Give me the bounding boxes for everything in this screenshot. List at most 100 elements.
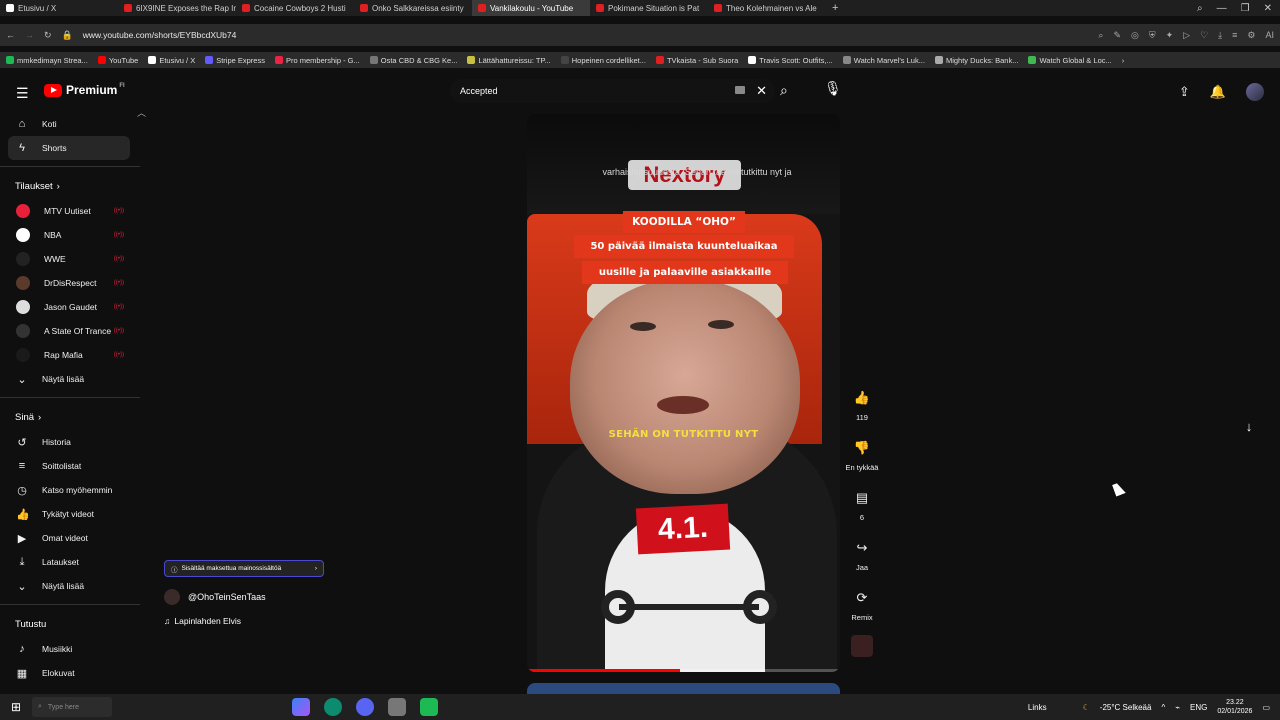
sidebar-subscription[interactable]: Rap Mafia ((•)) — [0, 343, 140, 367]
close-window-icon[interactable]: ✕ — [1264, 3, 1272, 14]
sidebar-item-you[interactable]: ⌄ Näytä lisää — [0, 574, 140, 598]
bookmark[interactable]: mmkedimayn Strea... — [6, 56, 88, 65]
next-video-arrow-icon[interactable]: ↓ — [1236, 414, 1262, 440]
browser-tab[interactable]: Etusivu / X — [0, 0, 118, 16]
paid-promotion-badge[interactable]: ⓘ Sisältää maksettua mainossisältöä › — [164, 560, 324, 577]
browser-tab[interactable]: 6IX9INE Exposes the Rap In — [118, 0, 236, 16]
downloads-icon[interactable]: ⤓ — [1218, 30, 1222, 41]
forward-icon[interactable]: → — [25, 30, 34, 40]
music-row[interactable]: ♫ Lapinlahden Elvis — [164, 616, 324, 626]
microphone-icon[interactable]: 🎙 — [824, 80, 842, 100]
language-indicator[interactable]: ENG — [1190, 703, 1207, 712]
music-title[interactable]: Lapinlahden Elvis — [174, 616, 241, 626]
share-button[interactable]: ↪ Jaa — [843, 535, 881, 572]
extension-icon[interactable]: ✎ — [1113, 30, 1121, 41]
video-progress-bar[interactable] — [527, 669, 840, 672]
menu-icon[interactable]: ☰ — [16, 85, 29, 102]
sidebar-subscription[interactable]: MTV Uutiset ((•)) — [0, 199, 140, 223]
bookmark[interactable]: Lättähattureissu: TP... — [467, 56, 551, 65]
upload-icon[interactable]: ⇪ — [1179, 84, 1190, 100]
avatar[interactable] — [1246, 83, 1264, 101]
extension-icon[interactable]: ⚙ — [1247, 30, 1255, 41]
dislike-button[interactable]: 👎 En tykkää — [843, 435, 881, 472]
channel-handle[interactable]: @OhoTeinSenTaas — [188, 592, 266, 602]
search-icon[interactable]: ⌕ — [780, 82, 788, 99]
bookmark[interactable]: YouTube — [97, 56, 138, 65]
show-more-subscriptions[interactable]: ⌄ Näytä lisää — [0, 367, 140, 391]
bookmark[interactable]: Osta CBD & CBG Ke... — [369, 56, 457, 65]
extension-icon[interactable]: ◎ — [1131, 30, 1139, 41]
sidebar-item-explore[interactable]: ▦ Elokuvat — [0, 661, 140, 685]
search-tabs-icon[interactable]: ⌕ — [1197, 3, 1203, 14]
sidebar-subscription[interactable]: NBA ((•)) — [0, 223, 140, 247]
links-toolbar[interactable]: Links — [1028, 703, 1047, 712]
browser-tab[interactable]: Vankilakoulu - YouTube — [472, 0, 590, 16]
menu-icon[interactable]: ≡ — [1232, 30, 1237, 40]
taskbar-search[interactable]: ⌕ Type here — [32, 697, 112, 717]
channel-avatar[interactable] — [164, 589, 180, 605]
favorite-icon[interactable]: ♡ — [1200, 30, 1208, 41]
bookmark[interactable]: Pro membership - G... — [274, 56, 360, 65]
youtube-logo[interactable]: Premium FI — [44, 83, 125, 97]
windows-start-icon[interactable]: ⊞ — [0, 700, 32, 714]
sidebar-item-you[interactable]: ▶ Omat videot — [0, 526, 140, 550]
new-tab-icon[interactable]: + — [832, 2, 838, 14]
sidebar-item-you[interactable]: ↺ Historia — [0, 430, 140, 454]
sidebar-item-you[interactable]: ◷ Katso myöhemmin — [0, 478, 140, 502]
bookmark[interactable]: TVkaista - Sub Suora — [655, 56, 738, 65]
extension-icon[interactable]: ✦ — [1166, 30, 1174, 41]
search-input[interactable]: Accepted ✕ — [450, 79, 775, 103]
channel-row[interactable]: @OhoTeinSenTaas — [164, 589, 324, 605]
sound-avatar[interactable] — [851, 635, 873, 657]
bookmark[interactable]: Mighty Ducks: Bank... — [934, 56, 1018, 65]
clear-search-icon[interactable]: ✕ — [756, 83, 767, 99]
app-icon[interactable] — [388, 698, 406, 716]
sidebar-item-you[interactable]: 👍 Tykätyt videot — [0, 502, 140, 526]
ai-icon[interactable]: AI — [1265, 30, 1274, 40]
network-icon[interactable]: ⌁ — [1175, 703, 1180, 712]
bookmark[interactable]: Hopeinen cordelliket... — [560, 56, 646, 65]
more-bookmarks-icon[interactable]: › — [1122, 56, 1125, 65]
comments-button[interactable]: ▤ 6 — [843, 485, 881, 522]
extension-icon[interactable]: ▷ — [1183, 30, 1190, 41]
reload-icon[interactable]: ↻ — [44, 30, 52, 41]
sidebar-subscription[interactable]: Jason Gaudet ((•)) — [0, 295, 140, 319]
sidebar-subscription[interactable]: WWE ((•)) — [0, 247, 140, 271]
chevron-up-icon[interactable]: ^ — [1161, 703, 1165, 712]
subscriptions-heading[interactable]: Tilaukset › — [0, 173, 140, 199]
url-field[interactable]: www.youtube.com/shorts/EYBbcdXUb74 — [83, 30, 237, 40]
sidebar-subscription[interactable]: DrDisRespect ((•)) — [0, 271, 140, 295]
sidebar-item-koti[interactable]: ⌂ Koti — [0, 112, 140, 136]
sidebar-item-explore[interactable]: ♪ Musiikki — [0, 637, 140, 661]
bookmark[interactable]: Travis Scott: Outfits,... — [748, 56, 833, 65]
browser-tab[interactable]: Pokimane Situation is Pat — [590, 0, 708, 16]
bookmark[interactable]: Stripe Express — [205, 56, 265, 65]
browser-tab[interactable]: Theo Kolehmainen vs Ale — [708, 0, 826, 16]
bookmark[interactable]: Watch Marvel's Luk... — [842, 56, 925, 65]
remix-button[interactable]: ⟳ Remix — [843, 585, 881, 622]
notifications-icon[interactable]: 🔔 — [1210, 84, 1226, 100]
back-icon[interactable]: ← — [6, 30, 15, 40]
like-button[interactable]: 👍 119 — [843, 385, 881, 422]
weather-text[interactable]: -25°C Selkeää — [1100, 703, 1152, 712]
browser-tab[interactable]: Cocaine Cowboys 2 Husti — [236, 0, 354, 16]
you-heading[interactable]: Sinä › — [0, 404, 140, 430]
notification-center-icon[interactable]: ▭ — [1262, 703, 1270, 712]
bookmark[interactable]: Watch Global & Loc... — [1028, 56, 1112, 65]
edge-icon[interactable] — [324, 698, 342, 716]
short-video-player[interactable]: 4.1. Nextory varhaislapsuudesta. Sehän t… — [527, 114, 840, 672]
sidebar-subscription[interactable]: A State Of Trance ((•)) — [0, 319, 140, 343]
extension-icon[interactable]: ⌕ — [1098, 30, 1103, 41]
app-icon[interactable] — [292, 698, 310, 716]
sidebar-item-you[interactable]: ≡ Soittolistat — [0, 454, 140, 478]
sidebar-item-shorts[interactable]: ϟ Shorts — [8, 136, 130, 160]
keyboard-icon[interactable] — [735, 86, 745, 94]
app-icon[interactable] — [420, 698, 438, 716]
bookmark[interactable]: Etusivu / X — [148, 56, 195, 65]
sidebar-item-you[interactable]: ⤓ Lataukset — [0, 550, 140, 574]
app-icon[interactable] — [356, 698, 374, 716]
clock[interactable]: 23.22 02/01/2026 — [1217, 698, 1252, 716]
browser-tab[interactable]: Onko Salkkareissa esiinty — [354, 0, 472, 16]
extension-icon[interactable]: ⛨ — [1149, 30, 1156, 41]
restore-icon[interactable]: ❐ — [1241, 3, 1250, 14]
